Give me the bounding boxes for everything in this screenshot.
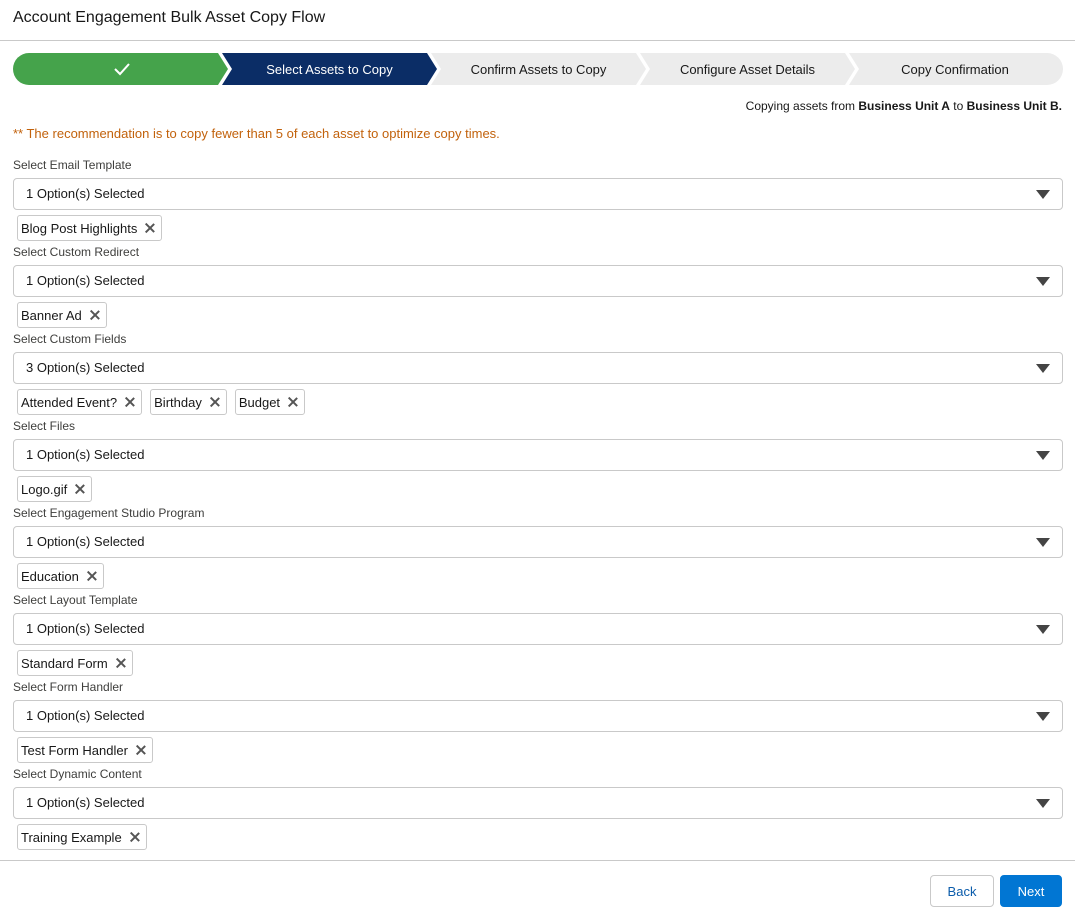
- field-email-template: Select Email Template 1 Option(s) Select…: [13, 157, 1063, 241]
- caret-down-icon: [1036, 625, 1050, 634]
- pill: Banner Ad: [17, 302, 107, 328]
- field-label: Select Files: [13, 419, 76, 433]
- pill-label: Birthday: [154, 394, 202, 410]
- field-dynamic-content: Select Dynamic Content 1 Option(s) Selec…: [13, 766, 1063, 850]
- step-confirm-assets[interactable]: Confirm Assets to Copy: [431, 53, 646, 85]
- pill-list: Logo.gif: [13, 476, 1063, 502]
- combobox-value: 1 Option(s) Selected: [26, 795, 145, 810]
- caret-down-icon: [1036, 799, 1050, 808]
- close-icon[interactable]: [123, 395, 137, 409]
- close-icon[interactable]: [73, 482, 87, 496]
- close-icon[interactable]: [114, 656, 128, 670]
- combobox-value: 1 Option(s) Selected: [26, 447, 145, 462]
- pill: Standard Form: [17, 650, 133, 676]
- caret-down-icon: [1036, 538, 1050, 547]
- field-engagement-studio-program: Select Engagement Studio Program 1 Optio…: [13, 505, 1063, 589]
- next-button[interactable]: Next: [1000, 875, 1062, 907]
- combobox-value: 1 Option(s) Selected: [26, 534, 145, 549]
- combobox-value: 1 Option(s) Selected: [26, 708, 145, 723]
- close-icon[interactable]: [128, 830, 142, 844]
- pill-label: Budget: [238, 394, 281, 410]
- dynamic-content-combobox[interactable]: 1 Option(s) Selected: [13, 787, 1063, 819]
- copy-info-middle: to: [949, 99, 967, 113]
- pill: Birthday: [150, 389, 227, 415]
- pill-label: Education: [21, 568, 79, 584]
- footer: Back Next: [0, 860, 1075, 918]
- field-label: Select Email Template: [13, 158, 132, 172]
- combobox-value: 3 Option(s) Selected: [26, 360, 145, 375]
- pill-list: Blog Post Highlights: [13, 215, 1063, 241]
- close-icon[interactable]: [134, 743, 148, 757]
- step-copy-confirmation[interactable]: Copy Confirmation: [849, 53, 1061, 85]
- custom-fields-combobox[interactable]: 3 Option(s) Selected: [13, 352, 1063, 384]
- caret-down-icon: [1036, 451, 1050, 460]
- field-label: Select Dynamic Content: [13, 767, 142, 781]
- pill-list: Standard Form: [13, 650, 1063, 676]
- step-configure-asset-details[interactable]: Configure Asset Details: [640, 53, 855, 85]
- copy-info-prefix: Copying assets from: [745, 99, 859, 113]
- step-complete-shape[interactable]: [13, 53, 228, 85]
- caret-down-icon: [1036, 364, 1050, 373]
- field-label: Select Form Handler: [13, 680, 124, 694]
- field-label: Select Custom Fields: [13, 332, 127, 346]
- custom-redirect-combobox[interactable]: 1 Option(s) Selected: [13, 265, 1063, 297]
- pill-label: Blog Post Highlights: [21, 220, 138, 236]
- pill-label: Training Example: [21, 829, 122, 845]
- email-template-combobox[interactable]: 1 Option(s) Selected: [13, 178, 1063, 210]
- caret-down-icon: [1036, 712, 1050, 721]
- field-custom-fields: Select Custom Fields 3 Option(s) Selecte…: [13, 331, 1063, 415]
- pill: Budget: [234, 389, 306, 415]
- pill-list: Education: [13, 563, 1063, 589]
- step-label: Configure Asset Details: [679, 61, 816, 77]
- combobox-value: 1 Option(s) Selected: [26, 273, 145, 288]
- field-label: Select Engagement Studio Program: [13, 506, 205, 520]
- step-label: Confirm Assets to Copy: [470, 61, 607, 77]
- field-form-handler: Select Form Handler 1 Option(s) Selected…: [13, 679, 1063, 763]
- pill-label: Logo.gif: [21, 481, 68, 497]
- layout-template-combobox[interactable]: 1 Option(s) Selected: [13, 613, 1063, 645]
- pill-list: Training Example: [13, 824, 1063, 850]
- recommendation-note: ** The recommendation is to copy fewer t…: [13, 126, 500, 141]
- field-label: Select Layout Template: [13, 593, 138, 607]
- combobox-value: 1 Option(s) Selected: [26, 621, 145, 636]
- copy-info: Copying assets from Business Unit A to B…: [746, 99, 1062, 113]
- pill-label: Standard Form: [21, 655, 108, 671]
- close-icon[interactable]: [88, 308, 102, 322]
- combobox-value: 1 Option(s) Selected: [26, 186, 145, 201]
- field-label: Select Custom Redirect: [13, 245, 140, 259]
- page-header: Account Engagement Bulk Asset Copy Flow: [0, 0, 1075, 41]
- pill-list: Banner Ad: [13, 302, 1063, 328]
- close-icon[interactable]: [85, 569, 99, 583]
- form-handler-combobox[interactable]: 1 Option(s) Selected: [13, 700, 1063, 732]
- files-combobox[interactable]: 1 Option(s) Selected: [13, 439, 1063, 471]
- step-select-assets[interactable]: Select Assets to Copy: [222, 53, 437, 85]
- close-icon[interactable]: [286, 395, 300, 409]
- pill: Training Example: [17, 824, 147, 850]
- step-label: Copy Confirmation: [901, 61, 1009, 77]
- field-custom-redirect: Select Custom Redirect 1 Option(s) Selec…: [13, 244, 1063, 328]
- target-business-unit: Business Unit B.: [966, 99, 1062, 113]
- pill-list: Test Form Handler: [13, 737, 1063, 763]
- field-layout-template: Select Layout Template 1 Option(s) Selec…: [13, 592, 1063, 676]
- pill: Education: [17, 563, 104, 589]
- pill-list: Attended Event? Birthday Budget: [13, 389, 1063, 415]
- pill: Blog Post Highlights: [17, 215, 163, 241]
- pill: Test Form Handler: [17, 737, 153, 763]
- pill-label: Test Form Handler: [21, 742, 128, 758]
- engagement-studio-program-combobox[interactable]: 1 Option(s) Selected: [13, 526, 1063, 558]
- back-button[interactable]: Back: [930, 875, 994, 907]
- caret-down-icon: [1036, 190, 1050, 199]
- pill: Attended Event?: [17, 389, 143, 415]
- pill-label: Banner Ad: [21, 307, 82, 323]
- page-title: Account Engagement Bulk Asset Copy Flow: [13, 9, 326, 26]
- progress-path: Select Assets to Copy Confirm Assets to …: [13, 53, 1063, 85]
- close-icon[interactable]: [208, 395, 222, 409]
- field-files: Select Files 1 Option(s) Selected Logo.g…: [13, 418, 1063, 502]
- caret-down-icon: [1036, 277, 1050, 286]
- close-icon[interactable]: [143, 221, 157, 235]
- pill-label: Attended Event?: [21, 394, 118, 410]
- step-label: Select Assets to Copy: [266, 61, 393, 77]
- source-business-unit: Business Unit A: [858, 99, 950, 113]
- pill: Logo.gif: [17, 476, 93, 502]
